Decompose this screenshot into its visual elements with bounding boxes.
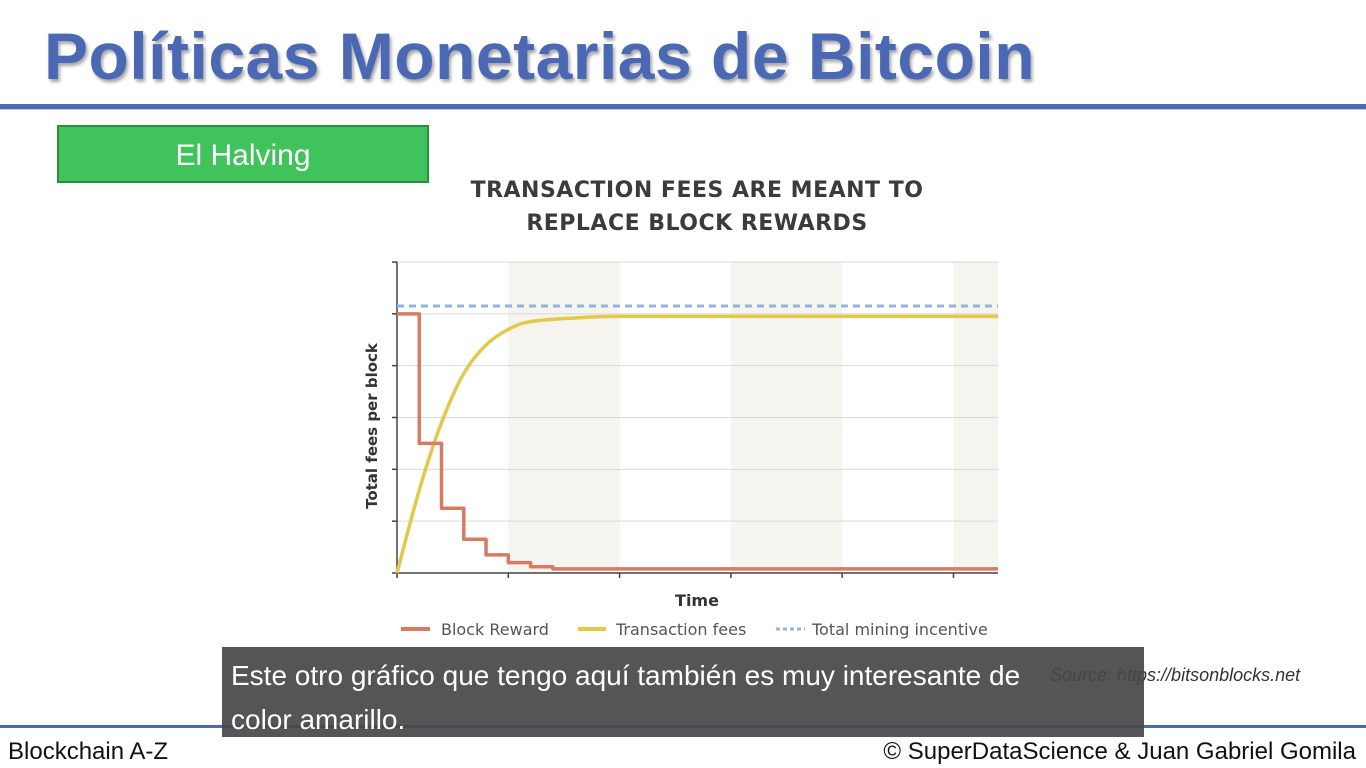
legend-label-total-mining-incentive: Total mining incentive	[811, 620, 988, 639]
legend-label-transaction-fees: Transaction fees	[615, 620, 746, 639]
subtitle-line-1: Este otro gráfico que tengo aquí también…	[231, 660, 1021, 691]
subtitle-line-2: color amarillo.	[231, 704, 406, 735]
y-axis-label: Total fees per block	[363, 342, 381, 509]
subtitle-caption: Este otro gráfico que tengo aquí también…	[222, 647, 1144, 737]
transaction-fees-line	[395, 314, 998, 574]
legend-label-block-reward: Block Reward	[441, 620, 549, 639]
block-reward-line	[397, 312, 998, 571]
footer-course-name: Blockchain A-Z	[8, 738, 169, 765]
legend: Block Reward Transaction fees Total mini…	[401, 620, 988, 639]
footer-copyright: © SuperDataScience & Juan Gabriel Gomila	[883, 738, 1356, 765]
x-axis-label: Time	[675, 591, 719, 610]
